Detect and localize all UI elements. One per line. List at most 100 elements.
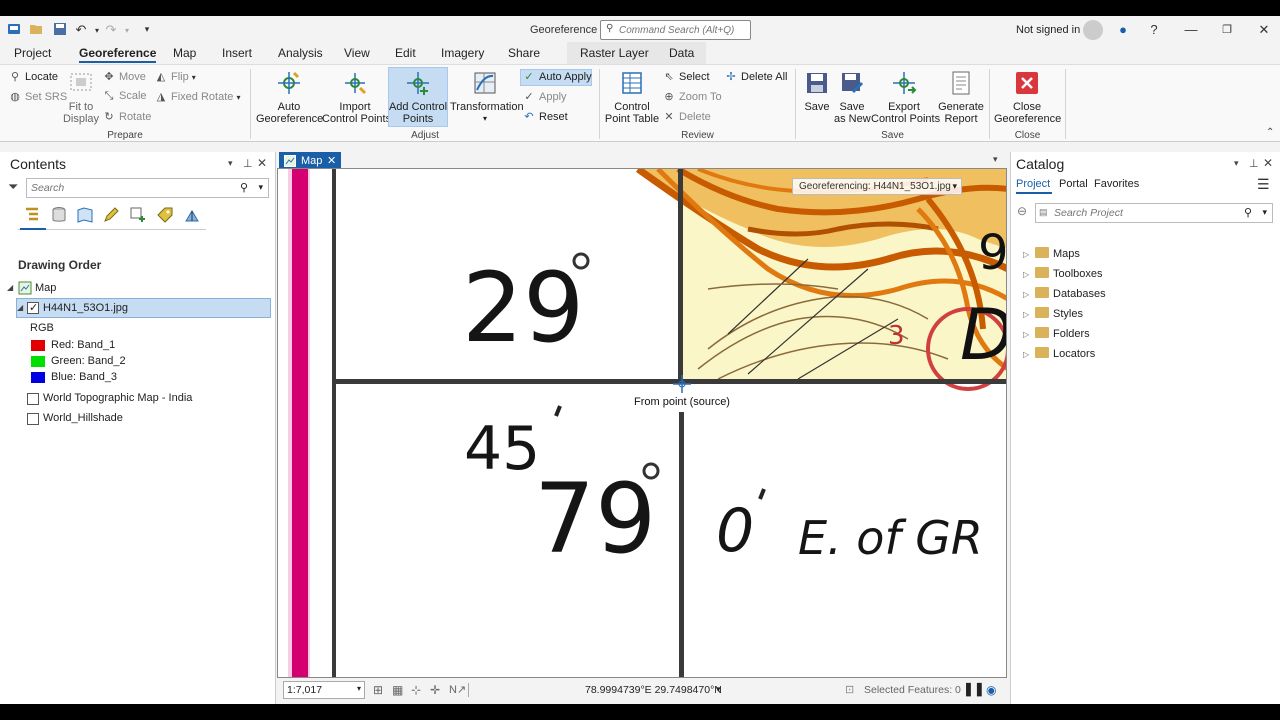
contents-search[interactable]: ⚲ ▾	[26, 178, 269, 198]
list-by-editing-icon[interactable]	[102, 206, 120, 224]
layer-visibility-checkbox[interactable]: ✓	[27, 302, 39, 314]
collapse-ribbon-icon[interactable]: ⌃	[1266, 127, 1274, 138]
layer-visibility-checkbox[interactable]	[27, 413, 39, 425]
open-project-icon[interactable]	[29, 22, 43, 36]
layer-name[interactable]: World_Hillshade	[43, 412, 123, 424]
list-by-labeling-icon[interactable]	[156, 206, 174, 224]
customize-toolbar-icon[interactable]: ▾	[138, 24, 156, 35]
north-arrow-icon[interactable]: N↗	[449, 683, 466, 696]
list-by-selection-icon[interactable]	[76, 206, 94, 224]
catalog-tab-favorites[interactable]: Favorites	[1094, 178, 1139, 190]
fixed-rotate-button[interactable]: ◮ Fixed Rotate ▾	[154, 90, 241, 103]
selected-features-count[interactable]: Selected Features: 0	[864, 684, 961, 696]
save-project-icon[interactable]	[53, 22, 67, 36]
tab-edit[interactable]: Edit	[395, 46, 416, 60]
export-control-points-button[interactable]: Export Control Points	[871, 70, 940, 125]
close-tab-icon[interactable]: ✕	[327, 154, 336, 167]
chevron-down-icon[interactable]: ▾	[258, 182, 263, 193]
auto-apply-toggle[interactable]: ✓ Auto Apply	[522, 70, 591, 83]
add-control-points-button[interactable]: Add Control Points	[388, 70, 448, 125]
tab-map[interactable]: Map	[173, 46, 196, 60]
expand-layer-icon[interactable]: ◢	[17, 303, 23, 312]
expand-map-icon[interactable]: ◢	[7, 283, 13, 292]
generate-report-button[interactable]: Generate Report	[937, 70, 985, 125]
georeferencing-layer-dropdown[interactable]: Georeferencing: H44N1_53O1.jpg ▾	[792, 178, 962, 195]
snapping-icon[interactable]: ⊹	[411, 683, 421, 697]
tab-list-dropdown-icon[interactable]: ▾	[993, 154, 998, 165]
catalog-search[interactable]: ▤ ⚲ ▾	[1035, 203, 1273, 223]
catalog-item-maps[interactable]: ▷ Maps	[1023, 247, 1080, 260]
select-button[interactable]: ⇖ Select	[662, 70, 709, 83]
coordinate-format-dropdown-icon[interactable]: ▾	[716, 684, 721, 695]
fixed-zoom-icon[interactable]: ⊞	[373, 683, 383, 697]
list-by-snapping-icon[interactable]	[129, 206, 147, 224]
tab-data[interactable]: Data	[669, 46, 694, 60]
tab-share[interactable]: Share	[508, 46, 540, 60]
help-icon[interactable]: ?	[1145, 22, 1163, 37]
control-point-table-button[interactable]: Control Point Table	[604, 70, 660, 125]
chevron-down-icon[interactable]: ▾	[1262, 207, 1267, 218]
tab-insert[interactable]: Insert	[222, 46, 252, 60]
constraints-icon[interactable]: ✛	[430, 683, 440, 697]
restore-icon[interactable]: ❐	[1218, 23, 1236, 36]
back-icon[interactable]: ⊖	[1017, 204, 1027, 218]
catalog-item-folders[interactable]: ▷ Folders	[1023, 327, 1090, 340]
layer-visibility-checkbox[interactable]	[27, 393, 39, 405]
close-window-icon[interactable]: ✕	[1255, 22, 1273, 38]
scale-selector[interactable]: 1:7,017 ▾	[283, 681, 365, 699]
apply-button[interactable]: ✓ Apply	[522, 90, 566, 103]
layer-name[interactable]: H44N1_53O1.jpg	[43, 302, 128, 314]
transformation-button[interactable]: Transformation ▾	[450, 70, 524, 125]
pause-drawing-icon[interactable]: ❚❚	[963, 681, 985, 697]
close-pane-icon[interactable]: ✕	[257, 156, 267, 170]
catalog-search-input[interactable]	[1054, 206, 1244, 220]
rotate-button[interactable]: ↻ Rotate	[102, 110, 151, 123]
pin-icon[interactable]: ⊥	[1249, 157, 1259, 170]
list-by-drawing-order-icon[interactable]	[23, 206, 41, 224]
menu-icon[interactable]: ☰	[1257, 176, 1270, 193]
save-button[interactable]: Save	[800, 70, 834, 113]
tab-project[interactable]: Project	[14, 46, 51, 60]
catalog-item-toolboxes[interactable]: ▷ Toolboxes	[1023, 267, 1103, 280]
catalog-item-styles[interactable]: ▷ Styles	[1023, 307, 1083, 320]
delete-button[interactable]: ✕ Delete	[662, 110, 710, 123]
pin-icon[interactable]: ⊥	[243, 157, 253, 170]
green-band-swatch[interactable]	[31, 356, 45, 367]
zoom-to-button[interactable]: ⊕ Zoom To	[662, 90, 721, 103]
locate-button[interactable]: ⚲ Locate	[8, 70, 58, 83]
reset-button[interactable]: ↶ Reset	[522, 110, 567, 123]
import-control-points-button[interactable]: Import Control Points	[322, 70, 391, 125]
flip-button[interactable]: ◭ Flip ▾	[154, 70, 196, 83]
command-search-input[interactable]	[619, 23, 747, 37]
user-avatar-icon[interactable]	[1083, 20, 1103, 40]
fit-to-display-button[interactable]: Fit to Display	[62, 70, 100, 125]
command-search[interactable]: ⚲	[600, 20, 751, 40]
move-button[interactable]: ✥ Move	[102, 70, 146, 83]
tab-raster-layer[interactable]: Raster Layer	[580, 46, 649, 60]
tab-georeference[interactable]: Georeference	[79, 46, 157, 63]
close-georeference-button[interactable]: Close Georeference	[994, 70, 1061, 125]
notifications-icon[interactable]: ●	[1114, 22, 1132, 37]
map-canvas[interactable]: 3 9 D 29 45 79 0 E. of GR Georeferencing…	[277, 168, 1007, 678]
set-srs-button[interactable]: ◍ Set SRS	[8, 90, 67, 103]
scanned-map-image[interactable]: 3 9 D 29 45 79 0 E. of GR	[278, 169, 1007, 678]
auto-georeference-button[interactable]: Auto Georeference	[256, 70, 323, 125]
list-by-perspective-imagery-icon[interactable]	[183, 206, 201, 224]
pane-options-icon[interactable]: ▾	[1234, 158, 1239, 169]
catalog-tab-project[interactable]: Project	[1016, 178, 1050, 190]
pane-options-icon[interactable]: ▾	[228, 158, 233, 169]
catalog-item-databases[interactable]: ▷ Databases	[1023, 287, 1106, 300]
layer-name[interactable]: World Topographic Map - India	[43, 392, 192, 404]
tab-imagery[interactable]: Imagery	[441, 46, 484, 60]
scale-button[interactable]: ⤡ Scale	[102, 90, 147, 103]
minimize-icon[interactable]: —	[1182, 22, 1200, 37]
refresh-icon[interactable]: ◉	[986, 683, 996, 697]
blue-band-swatch[interactable]	[31, 372, 45, 383]
red-band-swatch[interactable]	[31, 340, 45, 351]
grid-icon[interactable]: ▦	[392, 683, 403, 697]
delete-all-button[interactable]: ✢ Delete All	[724, 70, 787, 83]
tab-analysis[interactable]: Analysis	[278, 46, 323, 60]
save-as-new-button[interactable]: Save as New	[834, 70, 871, 125]
sign-in-status[interactable]: Not signed in	[1016, 24, 1080, 36]
filter-icon[interactable]: ⏷	[8, 179, 18, 195]
